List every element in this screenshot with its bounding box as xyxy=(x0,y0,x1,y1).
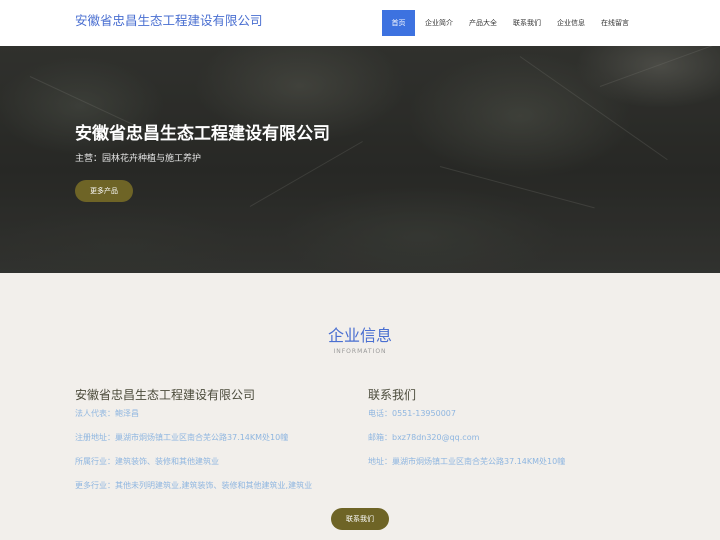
contact-address: 地址：巢湖市烔炀镇工业区南合芜公路37.14KM处10幢 xyxy=(368,457,566,466)
company-industry: 所属行业：建筑装饰、装修和其他建筑业 xyxy=(75,457,219,466)
contact-title: 联系我们 xyxy=(368,388,417,402)
main-nav: 首页 企业简介 产品大全 联系我们 企业信息 在线留言 xyxy=(382,10,637,36)
nav-item-about[interactable]: 企业简介 xyxy=(417,10,461,36)
contact-us-button[interactable]: 联系我们 xyxy=(331,508,389,530)
contact-phone: 电话：0551-13950007 xyxy=(368,409,456,418)
nav-item-contact[interactable]: 联系我们 xyxy=(505,10,549,36)
nav-item-home[interactable]: 首页 xyxy=(382,10,415,36)
hero-subtitle: 主营：园林花卉种植与施工养护 xyxy=(75,154,202,164)
nav-item-info[interactable]: 企业信息 xyxy=(549,10,593,36)
nav-item-products[interactable]: 产品大全 xyxy=(461,10,505,36)
company-more-industry: 更多行业：其他未列明建筑业,建筑装饰、装修和其他建筑业,建筑业 xyxy=(75,481,313,490)
company-address: 注册地址：巢湖市烔炀镇工业区南合芜公路37.14KM处10幢 xyxy=(75,433,289,442)
contact-email: 邮箱：bxz78dn320@qq.com xyxy=(368,433,480,442)
company-title: 安徽省忠昌生态工程建设有限公司 xyxy=(75,388,256,402)
info-section-title: 企业信息 xyxy=(327,326,392,345)
info-section-subtitle: INFORMATION xyxy=(333,348,387,355)
site-brand[interactable]: 安徽省忠昌生态工程建设有限公司 xyxy=(75,10,263,29)
hero-title: 安徽省忠昌生态工程建设有限公司 xyxy=(75,124,330,144)
nav-item-message[interactable]: 在线留言 xyxy=(593,10,637,36)
company-legal-rep: 法人代表：鲍泽昌 xyxy=(75,409,139,418)
hero-banner: 安徽省忠昌生态工程建设有限公司 主营：园林花卉种植与施工养护 更多产品 xyxy=(0,46,720,273)
site-header: 安徽省忠昌生态工程建设有限公司 首页 企业简介 产品大全 联系我们 企业信息 在… xyxy=(0,0,720,46)
more-products-button[interactable]: 更多产品 xyxy=(75,180,133,202)
